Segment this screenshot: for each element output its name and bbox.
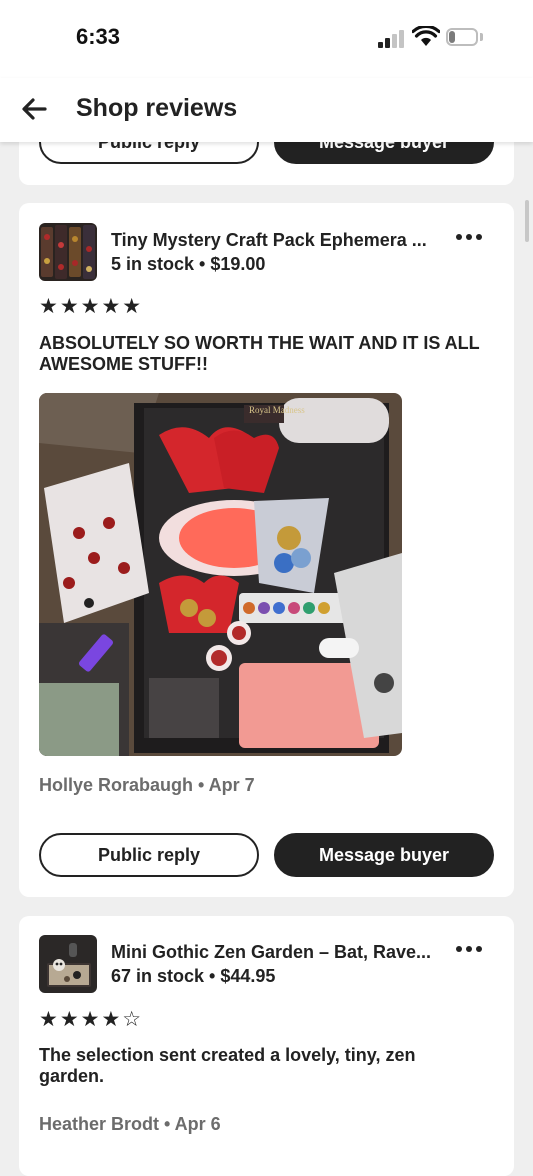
reviewer-name-date: Heather Brodt • Apr 6	[39, 1114, 221, 1134]
item-thumbnail[interactable]	[39, 935, 97, 993]
battery-icon: 21	[446, 28, 484, 48]
review-card: Tiny Mystery Craft Pack Ephemera ... 5 i…	[19, 203, 514, 897]
public-reply-button[interactable]: Public reply	[39, 833, 259, 877]
message-buyer-button[interactable]: Message buyer	[274, 833, 494, 877]
status-bar: 6:33 21	[0, 0, 533, 78]
star-rating: ★★★★★	[39, 295, 144, 318]
item-stock-price: 5 in stock • $19.00	[111, 254, 266, 274]
more-options-icon[interactable]	[456, 231, 484, 243]
item-thumbnail[interactable]	[39, 223, 97, 281]
review-text: ABSOLUTELY SO WORTH THE WAIT AND IT IS A…	[39, 333, 480, 374]
wifi-icon	[412, 26, 440, 46]
more-options-icon[interactable]	[456, 943, 484, 955]
item-title[interactable]: Tiny Mystery Craft Pack Ephemera ...	[111, 230, 427, 251]
review-text: The selection sent created a lovely, tin…	[39, 1045, 416, 1086]
battery-level: 21	[456, 31, 472, 46]
nav-bar: Shop reviews	[0, 78, 533, 142]
reviewer-name-date: Hollye Rorabaugh • Apr 7	[39, 775, 255, 795]
star-rating: ★★★★☆	[39, 1008, 144, 1031]
item-stock-price: 67 in stock • $44.95	[111, 966, 276, 986]
photo-logo-text: Royal Madness	[249, 405, 305, 415]
status-time: 6:33	[76, 24, 121, 49]
scrollbar[interactable]	[525, 200, 529, 242]
page-title: Shop reviews	[76, 94, 238, 122]
item-title[interactable]: Mini Gothic Zen Garden – Bat, Rave...	[111, 942, 431, 963]
review-photo[interactable]: Royal Madness	[39, 393, 402, 756]
review-card: Mini Gothic Zen Garden – Bat, Rave... 67…	[19, 916, 514, 1176]
back-button[interactable]	[20, 94, 48, 124]
cellular-signal-icon	[378, 30, 406, 48]
